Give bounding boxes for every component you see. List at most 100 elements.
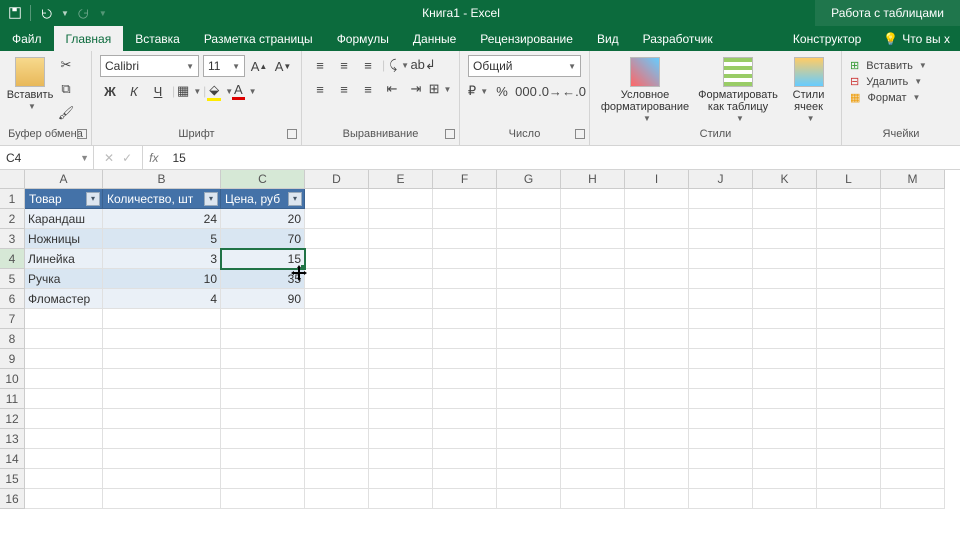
cell-E3[interactable]: [369, 229, 433, 249]
cell-I5[interactable]: [625, 269, 689, 289]
cell-F12[interactable]: [433, 409, 497, 429]
wrap-text-button[interactable]: ab↲: [413, 55, 433, 75]
col-header-B[interactable]: B: [103, 170, 221, 189]
cell-G16[interactable]: [497, 489, 561, 509]
format-painter-button[interactable]: 🖌: [56, 103, 76, 123]
row-header-16[interactable]: 16: [0, 489, 25, 509]
col-header-A[interactable]: A: [25, 170, 103, 189]
row-header-1[interactable]: 1: [0, 189, 25, 209]
cell-L8[interactable]: [817, 329, 881, 349]
col-header-L[interactable]: L: [817, 170, 881, 189]
cell-C12[interactable]: [221, 409, 305, 429]
cell-E4[interactable]: [369, 249, 433, 269]
cell-K9[interactable]: [753, 349, 817, 369]
cell-C15[interactable]: [221, 469, 305, 489]
cell-L1[interactable]: [817, 189, 881, 209]
redo-icon[interactable]: [77, 6, 91, 20]
cell-B8[interactable]: [103, 329, 221, 349]
cell-J8[interactable]: [689, 329, 753, 349]
cell-I11[interactable]: [625, 389, 689, 409]
cell-D13[interactable]: [305, 429, 369, 449]
cell-B12[interactable]: [103, 409, 221, 429]
dialog-launcher-icon[interactable]: [445, 129, 455, 139]
row-header-3[interactable]: 3: [0, 229, 25, 249]
cell-J12[interactable]: [689, 409, 753, 429]
cell-L14[interactable]: [817, 449, 881, 469]
cell-D11[interactable]: [305, 389, 369, 409]
cell-D10[interactable]: [305, 369, 369, 389]
cell-F5[interactable]: [433, 269, 497, 289]
cell-H11[interactable]: [561, 389, 625, 409]
cell-A13[interactable]: [25, 429, 103, 449]
cell-B2[interactable]: 24: [103, 209, 221, 229]
cell-C10[interactable]: [221, 369, 305, 389]
cells-area[interactable]: Товар▾Количество, шт▾Цена, руб▾Карандаш2…: [25, 189, 945, 509]
tab-data[interactable]: Данные: [401, 26, 468, 51]
cell-B6[interactable]: 4: [103, 289, 221, 309]
tab-view[interactable]: Вид: [585, 26, 631, 51]
cell-C7[interactable]: [221, 309, 305, 329]
cell-A2[interactable]: Карандаш: [25, 209, 103, 229]
cell-A6[interactable]: Фломастер: [25, 289, 103, 309]
cell-D12[interactable]: [305, 409, 369, 429]
cell-I8[interactable]: [625, 329, 689, 349]
tab-page-layout[interactable]: Разметка страницы: [192, 26, 325, 51]
cell-A10[interactable]: [25, 369, 103, 389]
cell-E10[interactable]: [369, 369, 433, 389]
percent-button[interactable]: %: [492, 81, 512, 101]
cell-M8[interactable]: [881, 329, 945, 349]
formula-input[interactable]: 15: [164, 146, 960, 169]
delete-cells-button[interactable]: ⊟ Удалить▼: [850, 75, 922, 88]
copy-button[interactable]: ⧉: [56, 79, 76, 99]
tab-home[interactable]: Главная: [54, 26, 124, 51]
cell-C4[interactable]: 15: [221, 249, 305, 269]
row-header-10[interactable]: 10: [0, 369, 25, 389]
currency-button[interactable]: ₽▼: [468, 81, 488, 101]
cell-D16[interactable]: [305, 489, 369, 509]
col-header-F[interactable]: F: [433, 170, 497, 189]
cell-M15[interactable]: [881, 469, 945, 489]
cell-H2[interactable]: [561, 209, 625, 229]
fill-color-button[interactable]: ⬙▼: [210, 81, 230, 101]
underline-button[interactable]: Ч: [148, 81, 168, 101]
cell-G12[interactable]: [497, 409, 561, 429]
cell-L16[interactable]: [817, 489, 881, 509]
cell-E13[interactable]: [369, 429, 433, 449]
cell-B1[interactable]: Количество, шт▾: [103, 189, 221, 209]
cell-C13[interactable]: [221, 429, 305, 449]
cell-J15[interactable]: [689, 469, 753, 489]
cell-D15[interactable]: [305, 469, 369, 489]
cell-D5[interactable]: [305, 269, 369, 289]
cell-B15[interactable]: [103, 469, 221, 489]
cell-A8[interactable]: [25, 329, 103, 349]
cell-F3[interactable]: [433, 229, 497, 249]
cell-H16[interactable]: [561, 489, 625, 509]
font-size-select[interactable]: 11▼: [203, 55, 245, 77]
cell-C14[interactable]: [221, 449, 305, 469]
tab-file[interactable]: Файл: [0, 26, 54, 51]
cell-A1[interactable]: Товар▾: [25, 189, 103, 209]
cell-I1[interactable]: [625, 189, 689, 209]
cell-H5[interactable]: [561, 269, 625, 289]
cell-B11[interactable]: [103, 389, 221, 409]
cell-B5[interactable]: 10: [103, 269, 221, 289]
cell-A3[interactable]: Ножницы: [25, 229, 103, 249]
cell-I7[interactable]: [625, 309, 689, 329]
row-header-6[interactable]: 6: [0, 289, 25, 309]
cell-K10[interactable]: [753, 369, 817, 389]
cell-J3[interactable]: [689, 229, 753, 249]
cell-L4[interactable]: [817, 249, 881, 269]
cell-J2[interactable]: [689, 209, 753, 229]
cell-K5[interactable]: [753, 269, 817, 289]
cell-F9[interactable]: [433, 349, 497, 369]
col-header-K[interactable]: K: [753, 170, 817, 189]
cell-H9[interactable]: [561, 349, 625, 369]
cancel-formula-icon[interactable]: ✕: [104, 151, 114, 165]
cell-H15[interactable]: [561, 469, 625, 489]
cell-K15[interactable]: [753, 469, 817, 489]
cell-M11[interactable]: [881, 389, 945, 409]
tab-insert[interactable]: Вставка: [123, 26, 192, 51]
cell-E5[interactable]: [369, 269, 433, 289]
cell-C8[interactable]: [221, 329, 305, 349]
save-icon[interactable]: [8, 6, 22, 20]
